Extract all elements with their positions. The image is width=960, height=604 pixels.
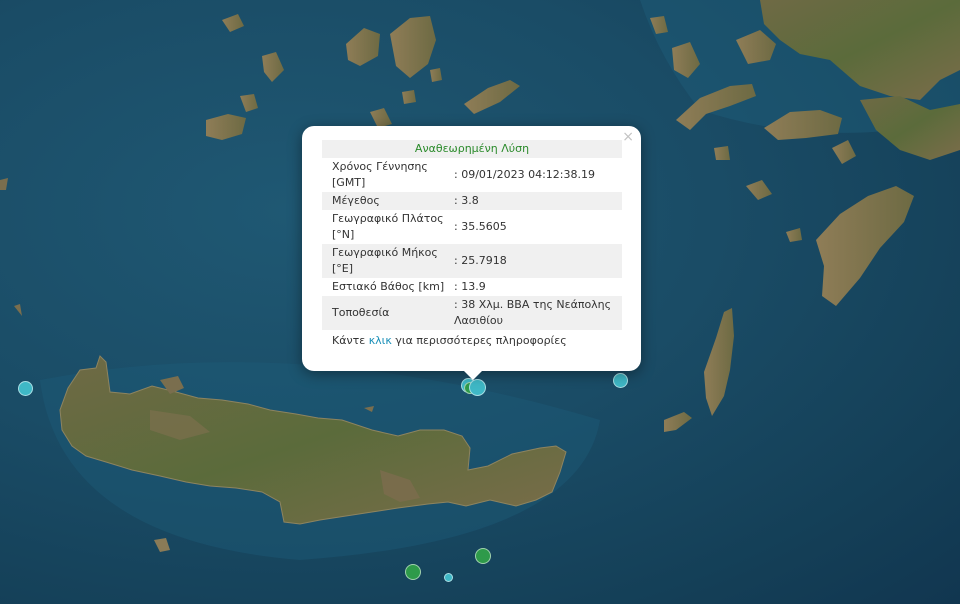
earthquake-marker-selected[interactable] — [469, 379, 486, 396]
row-value-longitude: : 25.7918 — [452, 244, 622, 278]
row-label-longitude: Γεωγραφικό Μήκος [°E] — [322, 244, 452, 278]
earthquake-marker-south-3[interactable] — [444, 573, 453, 582]
row-label-location: Τοποθεσία — [322, 296, 452, 330]
row-label-origin-time: Χρόνος Γέννησης [GMT] — [332, 160, 428, 189]
more-info-suffix: για περισσότερες πληροφορίες — [391, 334, 567, 347]
table-row: Εστιακό Βάθος [km] : 13.9 — [322, 278, 622, 296]
row-label-latitude: Γεωγραφικό Πλάτος [°N] — [332, 212, 444, 241]
table-row: Γεωγραφικό Πλάτος [°N] : 35.5605 — [322, 210, 622, 244]
popup-title: Αναθεωρημένη Λύση — [322, 140, 622, 158]
row-value-location: : 38 Χλμ. ΒΒΑ της Νεάπολης Λασιθίου — [452, 296, 622, 330]
close-icon[interactable]: × — [622, 129, 634, 145]
popup-pointer — [463, 370, 483, 380]
earthquake-info-popup: × Αναθεωρημένη Λύση Χρόνος Γέννησης [GMT… — [302, 126, 641, 371]
earthquake-marker-west[interactable] — [18, 381, 33, 396]
row-value-magnitude: : 3.8 — [452, 192, 622, 210]
earthquake-marker-south-2[interactable] — [405, 564, 421, 580]
row-label-magnitude: Μέγεθος — [322, 192, 452, 210]
table-row: Μέγεθος : 3.8 — [322, 192, 622, 210]
row-label-depth: Εστιακό Βάθος [km] — [332, 280, 445, 293]
more-info-prefix: Κάντε — [332, 334, 369, 347]
earthquake-marker-east[interactable] — [613, 373, 628, 388]
row-value-latitude: : 35.5605 — [454, 220, 507, 233]
satellite-map[interactable]: × Αναθεωρημένη Λύση Χρόνος Γέννησης [GMT… — [0, 0, 960, 604]
table-row: Γεωγραφικό Μήκος [°E] : 25.7918 — [322, 244, 622, 278]
more-info-text: Κάντε κλικ για περισσότερες πληροφορίες — [322, 330, 622, 347]
row-value-depth: : 13.9 — [454, 280, 486, 293]
row-value-origin-time: : 09/01/2023 04:12:38.19 — [454, 168, 595, 181]
earthquake-marker-south-1[interactable] — [475, 548, 491, 564]
more-info-link[interactable]: κλικ — [369, 334, 392, 347]
table-row: Τοποθεσία : 38 Χλμ. ΒΒΑ της Νεάπολης Λασ… — [322, 296, 622, 330]
earthquake-details-table: Χρόνος Γέννησης [GMT] : 09/01/2023 04:12… — [322, 158, 622, 330]
table-row: Χρόνος Γέννησης [GMT] : 09/01/2023 04:12… — [322, 158, 622, 192]
